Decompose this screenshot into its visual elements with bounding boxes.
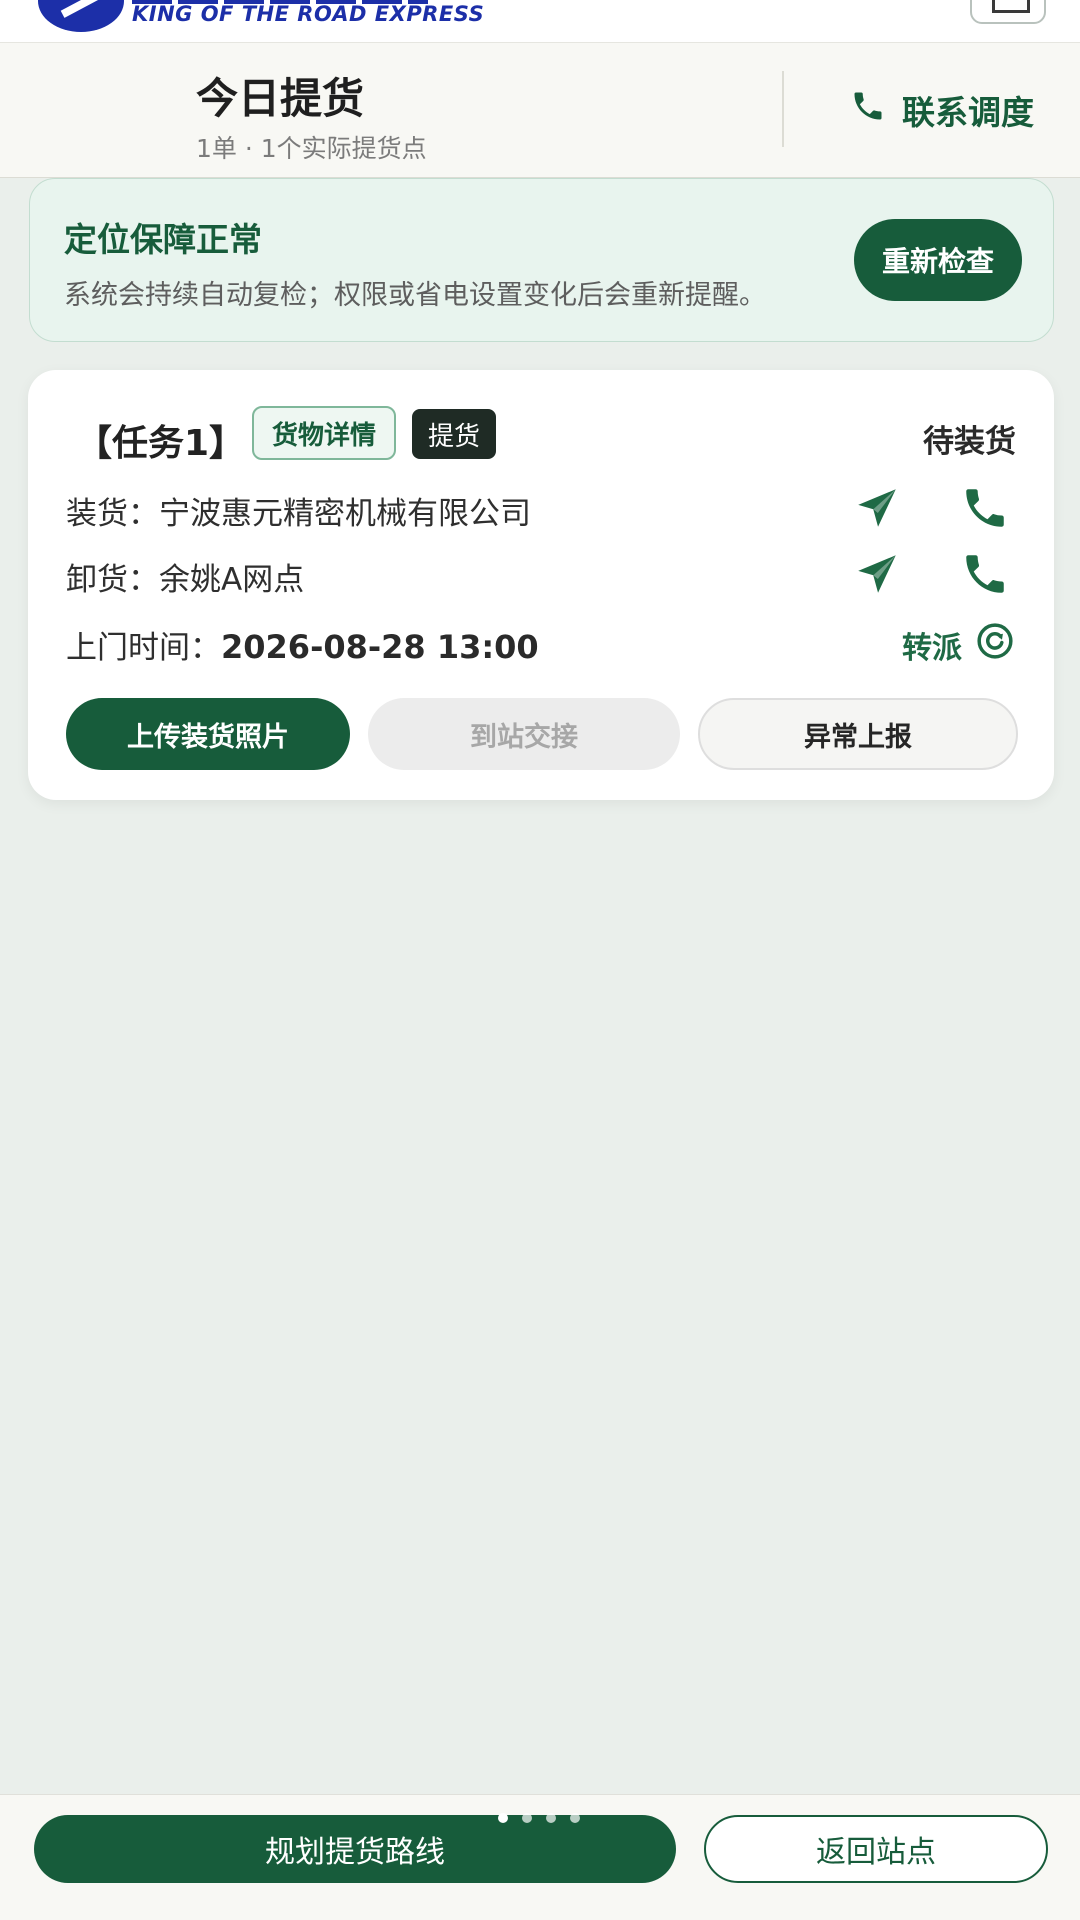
location-status-title: 定位保障正常 <box>64 220 262 259</box>
return-station-button[interactable]: 返回站点 <box>704 1815 1048 1883</box>
arrive-handover-button[interactable]: 到站交接 <box>368 698 680 770</box>
load-row: 装货：宁波惠元精密机械有限公司 <box>66 488 531 533</box>
unload-address: 余姚A网点 <box>159 562 305 598</box>
phone-icon[interactable] <box>960 483 1010 533</box>
brand-bar: KING OF THE ROAD EXPRESS <box>0 0 1080 42</box>
load-address: 宁波惠元精密机械有限公司 <box>159 496 531 532</box>
page-dot <box>546 1813 556 1823</box>
visit-time-row: 上门时间：2026-08-28 13:00 <box>66 622 539 667</box>
recheck-button[interactable]: 重新检查 <box>854 219 1022 301</box>
contact-dispatch-button[interactable]: 联系调度 <box>850 83 1034 137</box>
brand-text: KING OF THE ROAD EXPRESS <box>132 2 485 26</box>
cargo-detail-tag[interactable]: 货物详情 <box>252 406 397 460</box>
contact-dispatch-label: 联系调度 <box>902 93 1034 132</box>
page-indicator <box>498 1813 580 1823</box>
visit-time-prefix: 上门时间： <box>66 630 221 666</box>
scan-icon[interactable] <box>970 0 1046 24</box>
report-exception-button[interactable]: 异常上报 <box>698 698 1018 770</box>
visit-time-value: 2026-08-28 13:00 <box>221 628 539 666</box>
page-title: 今日提货 <box>196 74 365 123</box>
reassign-label: 转派 <box>902 631 962 666</box>
brand-logo <box>38 0 124 32</box>
unload-prefix: 卸货： <box>66 562 159 598</box>
refresh-circle-icon <box>976 622 1014 668</box>
location-status-banner: 定位保障正常 系统会持续自动复检；权限或省电设置变化后会重新提醒。 重新检查 <box>29 178 1054 342</box>
task-label: 【任务1】 <box>76 423 246 464</box>
phone-icon <box>850 88 886 132</box>
page-subtitle: 1单 · 1个实际提货点 <box>196 134 427 163</box>
unload-row: 卸货：余姚A网点 <box>66 554 304 599</box>
upload-loading-photos-button[interactable]: 上传装货照片 <box>66 698 350 770</box>
task-status: 待装货 <box>923 424 1016 460</box>
page-header: 今日提货 1单 · 1个实际提货点 联系调度 <box>0 42 1080 178</box>
task-type-badge: 提货 <box>412 409 497 459</box>
bottom-action-bar: 规划提货路线 返回站点 <box>0 1794 1080 1920</box>
phone-icon[interactable] <box>960 549 1010 599</box>
page-dot <box>522 1813 532 1823</box>
plan-route-button[interactable]: 规划提货路线 <box>34 1815 676 1883</box>
navigate-arrow-icon[interactable] <box>852 483 902 533</box>
reassign-button[interactable]: 转派 <box>902 622 1014 668</box>
task-card: 【任务1】 货物详情 提货 待装货 装货：宁波惠元精密机械有限公司 卸货：余姚A… <box>28 370 1054 800</box>
page-dot <box>570 1813 580 1823</box>
page-dot <box>498 1813 508 1823</box>
navigate-arrow-icon[interactable] <box>852 549 902 599</box>
location-status-description: 系统会持续自动复检；权限或省电设置变化后会重新提醒。 <box>64 280 766 311</box>
load-prefix: 装货： <box>66 496 159 532</box>
header-divider <box>782 71 784 147</box>
